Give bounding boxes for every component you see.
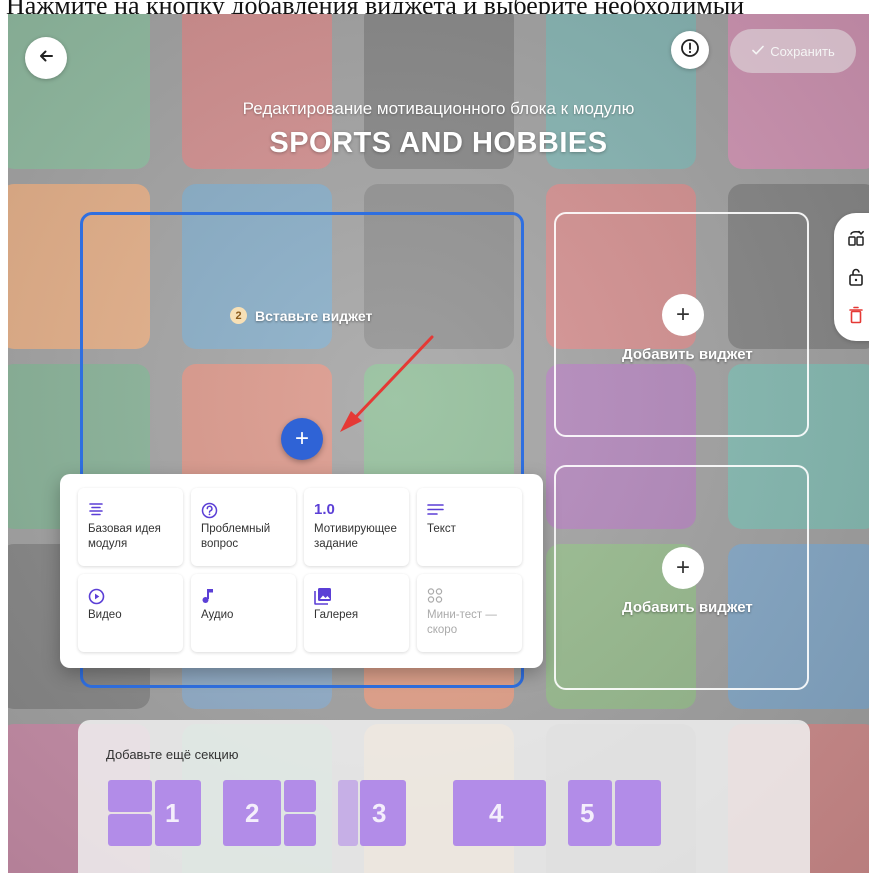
- widget-option-label: Проблемный вопрос: [201, 523, 271, 550]
- swap-icon[interactable]: [844, 225, 868, 249]
- layout-number: 2: [245, 798, 260, 828]
- layout-number: 1: [165, 798, 180, 828]
- widget-option-label: Мотивирующее задание: [314, 523, 397, 550]
- widget-option-label: Базовая идея модуля: [88, 523, 161, 550]
- layout-cell: [108, 814, 152, 846]
- back-button[interactable]: [25, 37, 67, 79]
- dots-grid-icon: [427, 584, 512, 608]
- version-number-icon: 1.0: [314, 498, 399, 522]
- widget-option-audio[interactable]: Аудио: [191, 574, 296, 652]
- widget-slot-top-right[interactable]: + Добавить виджет: [554, 212, 809, 437]
- plus-icon: +: [294, 425, 309, 452]
- info-button[interactable]: [671, 31, 709, 69]
- list-center-icon: [88, 498, 173, 522]
- widget-option-motivating-task[interactable]: 1.0 Мотивирующее задание: [304, 488, 409, 566]
- layout-number: 4: [489, 798, 504, 828]
- editor-stage: Сохранить Редактирование мотивационного …: [8, 14, 869, 873]
- arrow-left-icon: [37, 47, 55, 70]
- annotation-arrow: [340, 335, 434, 432]
- widget-option-mini-test: Мини-тест — скоро: [417, 574, 522, 652]
- layout-number: 5: [580, 798, 595, 828]
- widget-option-label: Видео: [88, 609, 122, 621]
- trash-icon[interactable]: [844, 303, 868, 327]
- play-circle-icon: [88, 584, 173, 608]
- add-widget-label: Добавить виджет: [622, 599, 753, 616]
- music-note-icon: [201, 584, 286, 608]
- layout-cell: [615, 780, 661, 846]
- step-hint-text: Вставьте виджет: [255, 307, 373, 324]
- widget-option-base-idea[interactable]: Базовая идея модуля: [78, 488, 183, 566]
- widget-option-text[interactable]: Текст: [417, 488, 522, 566]
- layout-cell: [108, 780, 152, 812]
- layout-cell: [338, 780, 358, 846]
- widget-type-menu: Базовая идея модуля Проблемный вопрос 1.…: [60, 474, 543, 668]
- section-layout-3[interactable]: 3: [338, 780, 406, 846]
- lock-icon[interactable]: [844, 265, 868, 289]
- section-layout-2[interactable]: 2: [223, 780, 316, 846]
- step-hint: 2 Вставьте виджет: [230, 307, 372, 324]
- add-widget-button[interactable]: +: [662, 294, 704, 336]
- widget-option-video[interactable]: Видео: [78, 574, 183, 652]
- plus-icon: +: [675, 554, 690, 581]
- step-number-badge: 2: [230, 307, 247, 324]
- version-number-text: 1.0: [314, 501, 335, 519]
- widget-option-label: Аудио: [201, 609, 234, 621]
- save-button[interactable]: Сохранить: [730, 29, 856, 73]
- add-section-label: Добавьте ещё секцию: [106, 747, 239, 762]
- alert-circle-icon: [680, 38, 700, 63]
- widget-slot-bottom-right[interactable]: + Добавить виджет: [554, 465, 809, 690]
- question-circle-icon: [201, 498, 286, 522]
- text-lines-icon: [427, 498, 512, 522]
- section-layout-5[interactable]: 5: [568, 780, 661, 846]
- add-widget-fab[interactable]: +: [281, 418, 323, 460]
- widget-option-problem-question[interactable]: Проблемный вопрос: [191, 488, 296, 566]
- check-icon: [751, 43, 765, 60]
- block-toolbar: [834, 213, 869, 341]
- save-button-label: Сохранить: [770, 43, 835, 59]
- page-subtitle: Редактирование мотивационного блока к мо…: [242, 99, 635, 118]
- page-title: SPORTS AND HOBBIES: [269, 127, 608, 159]
- widget-option-label: Мини-тест — скоро: [427, 609, 497, 636]
- layout-number: 3: [372, 798, 387, 828]
- layout-cell: [284, 780, 316, 812]
- gallery-icon: [314, 584, 399, 608]
- widget-option-label: Галерея: [314, 609, 359, 621]
- widget-option-label: Текст: [427, 523, 456, 535]
- widget-option-gallery[interactable]: Галерея: [304, 574, 409, 652]
- section-layout-1[interactable]: 1: [108, 780, 201, 846]
- add-section-panel: Добавьте ещё секцию 1 2 3 4 5: [78, 720, 810, 873]
- section-layout-4[interactable]: 4: [453, 780, 546, 846]
- add-widget-label: Добавить виджет: [622, 346, 753, 363]
- add-widget-button[interactable]: +: [662, 547, 704, 589]
- plus-icon: +: [675, 301, 690, 328]
- layout-cell: [284, 814, 316, 846]
